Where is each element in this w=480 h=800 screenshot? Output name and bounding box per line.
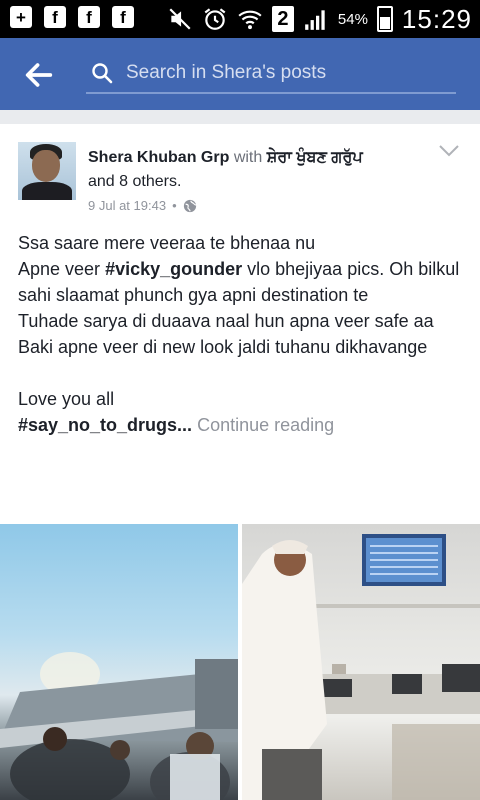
notification-icons: + f f f <box>10 6 134 28</box>
body-line: Baki apne veer di new look jaldi tuhanu … <box>18 337 428 357</box>
clock: 15:29 <box>401 3 472 34</box>
love-line: Love you all <box>18 389 115 409</box>
body-line: Ssa saare mere veeraa te bhenaa nu <box>18 233 316 253</box>
status-bar: + f f f 2 54% 15:29 <box>0 0 480 38</box>
post-photo[interactable] <box>242 524 480 800</box>
body-line: #say_no_to_drugs... Continue reading <box>18 412 468 438</box>
airplane-photo <box>0 652 238 800</box>
back-arrow-icon[interactable] <box>22 58 56 92</box>
plus-notification-icon: + <box>10 6 32 28</box>
meta-separator: • <box>172 198 177 213</box>
wifi-icon <box>238 10 262 30</box>
facebook-notification-icon: f <box>44 6 66 28</box>
mute-icon <box>169 8 191 30</box>
battery-icon <box>376 6 393 32</box>
signal-icon <box>305 10 325 30</box>
post-header: Shera Khuban Grp with ਸ਼ੇਰਾ ਖੁੰਬਣ ਗਰੁੱਪ … <box>88 146 418 194</box>
post-meta: 9 Jul at 19:43 • <box>88 198 197 213</box>
others-link[interactable]: and 8 others. <box>88 173 181 190</box>
with-word: with <box>233 149 263 166</box>
post-card: Shera Khuban Grp with ਸ਼ੇਰਾ ਖੁੰਬਣ ਗਰੁੱਪ … <box>0 124 480 800</box>
alarm-icon <box>204 8 226 30</box>
search-icon <box>92 63 113 84</box>
body-line: Apne veer #vicky_gounder vlo bhejiyaa pi… <box>18 259 460 305</box>
continue-reading-link[interactable]: Continue reading <box>197 415 334 435</box>
post-photo[interactable] <box>0 524 238 800</box>
system-icons: 2 54% 15:29 <box>167 4 472 34</box>
airport-interior-photo <box>242 534 480 800</box>
app-bar: Search in Shera's posts <box>0 38 480 110</box>
body-line: Tuhade sarya di duaava naal hun apna vee… <box>18 311 434 331</box>
search-placeholder: Search in Shera's posts <box>126 62 327 83</box>
globe-icon <box>183 199 196 212</box>
sim-indicator: 2 <box>271 6 294 32</box>
author-name[interactable]: Shera Khuban Grp <box>88 149 229 166</box>
hashtag-link[interactable]: #say_no_to_drugs... <box>18 415 192 435</box>
hashtag-link[interactable]: #vicky_gounder <box>105 259 242 279</box>
battery-percent: 54% <box>337 10 368 28</box>
avatar[interactable] <box>18 142 76 200</box>
search-input[interactable]: Search in Shera's posts <box>86 52 456 94</box>
post-body: Ssa saare mere veeraa te bhenaa nu Apne … <box>18 230 468 438</box>
tagged-name[interactable]: ਸ਼ੇਰਾ ਖੁੰਬਣ ਗਰੁੱਪ <box>267 149 363 166</box>
timestamp[interactable]: 9 Jul at 19:43 <box>88 198 166 213</box>
facebook-notification-icon: f <box>78 6 100 28</box>
chevron-down-icon[interactable] <box>438 144 460 158</box>
facebook-notification-icon: f <box>112 6 134 28</box>
